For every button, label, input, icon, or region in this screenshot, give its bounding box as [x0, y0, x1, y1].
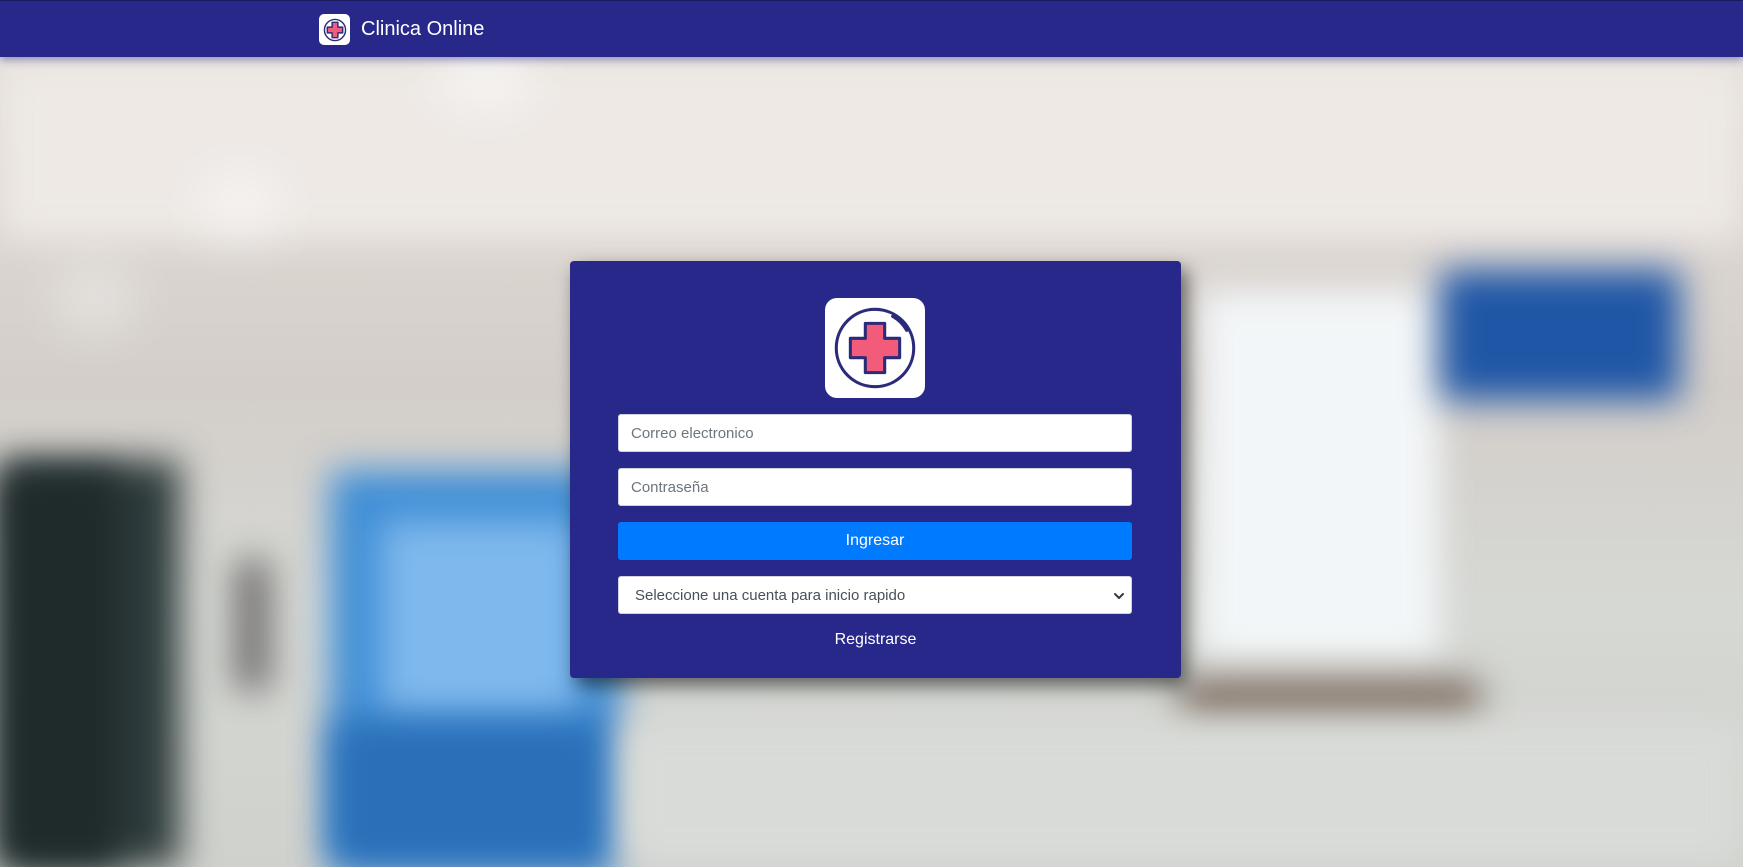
login-button[interactable]: Ingresar — [618, 522, 1132, 560]
brand-link[interactable]: Clinica Online — [319, 14, 484, 45]
register-link[interactable]: Registrarse — [570, 631, 1181, 649]
quick-login-selected-value: Seleccione una cuenta para inicio rapido — [635, 586, 906, 604]
brand-name: Clinica Online — [361, 18, 485, 40]
chevron-down-icon — [1113, 589, 1125, 606]
medical-cross-icon — [825, 298, 925, 398]
email-field[interactable] — [618, 414, 1132, 452]
top-navbar: Clinica Online — [0, 0, 1743, 57]
password-field[interactable] — [618, 468, 1132, 506]
quick-login-select[interactable]: Seleccione una cuenta para inicio rapido — [618, 576, 1132, 614]
medical-cross-icon — [319, 14, 350, 45]
login-card: Ingresar Seleccione una cuenta para inic… — [570, 261, 1181, 678]
